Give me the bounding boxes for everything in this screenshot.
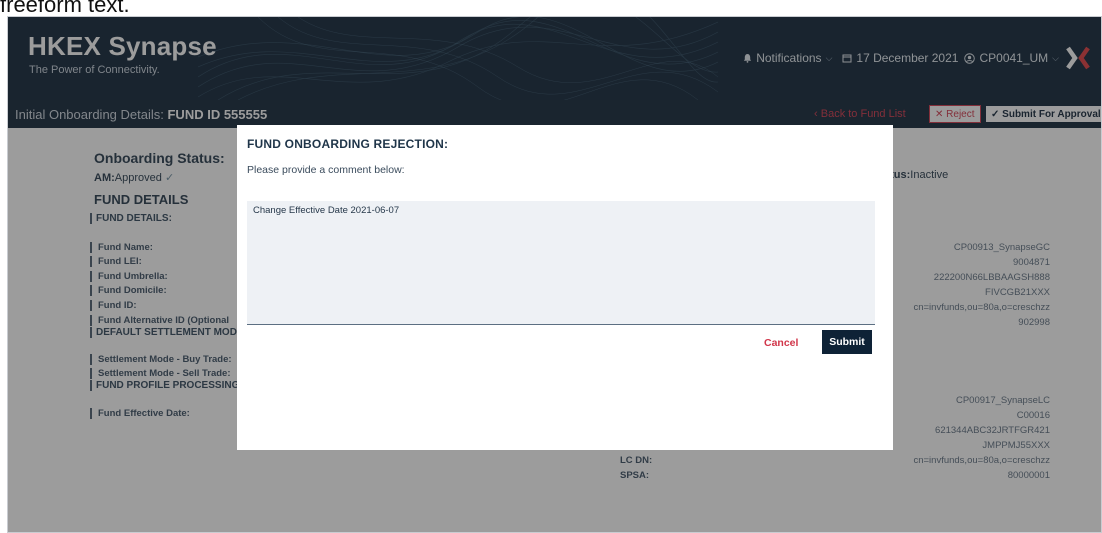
app-window: HKEX Synapse The Power of Connectivity. … xyxy=(7,16,1102,533)
modal-title: FUND ONBOARDING REJECTION: xyxy=(247,137,449,151)
freeform-text-fragment: freeform text. xyxy=(0,0,130,16)
rejection-modal: FUND ONBOARDING REJECTION: Please provid… xyxy=(237,125,893,450)
cancel-button[interactable]: Cancel xyxy=(764,337,798,349)
modal-prompt: Please provide a comment below: xyxy=(247,164,405,176)
overflow-text: freeform text. xyxy=(0,0,1102,16)
rejection-comment-field[interactable]: Change Effective Date 2021-06-07 xyxy=(247,201,875,325)
submit-button[interactable]: Submit xyxy=(822,330,872,354)
